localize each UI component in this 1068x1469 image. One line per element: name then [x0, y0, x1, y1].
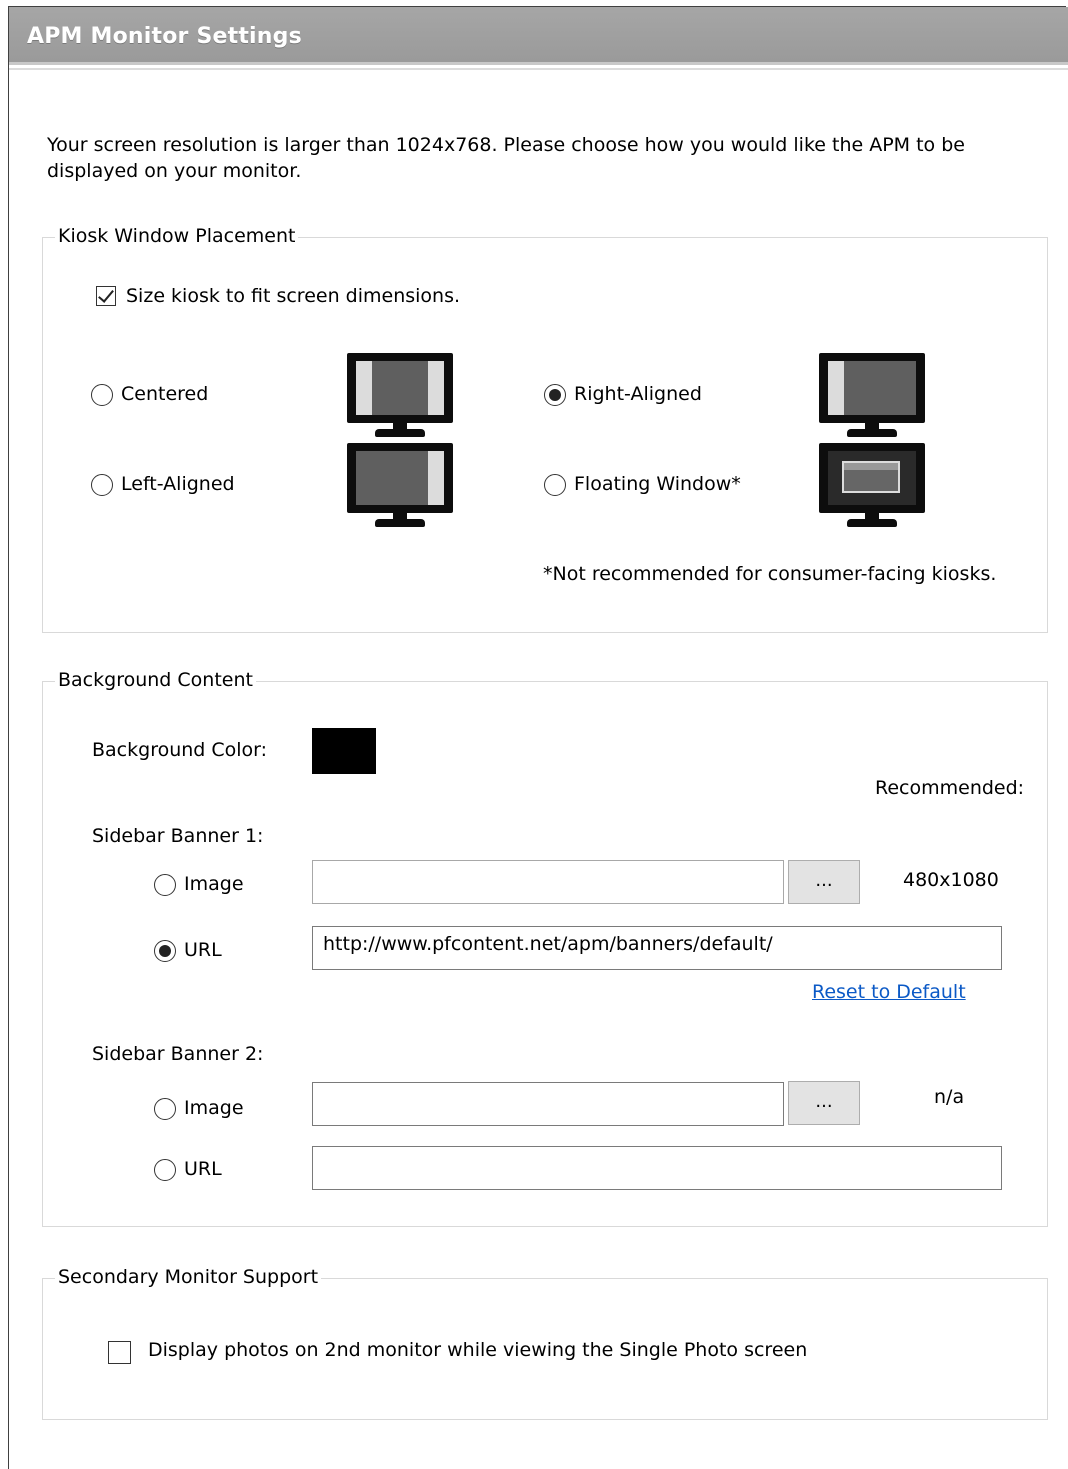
banner2-image-field[interactable] — [312, 1082, 784, 1126]
intro-line-1: Your screen resolution is larger than 10… — [47, 134, 965, 156]
banner1-image-label[interactable]: Image — [184, 873, 244, 895]
banner2-image-label[interactable]: Image — [184, 1097, 244, 1119]
banner1-url-radio[interactable] — [154, 940, 176, 962]
banner1-image-radio[interactable] — [154, 874, 176, 896]
right-aligned-radio[interactable] — [544, 384, 566, 406]
recommended-label: Recommended: — [875, 777, 1025, 799]
display-photos-checkbox[interactable] — [108, 1341, 131, 1364]
banner2-recommended-size: n/a — [934, 1086, 965, 1108]
radio-selected-dot — [549, 389, 561, 401]
monitor-floating-window-icon — [819, 443, 925, 529]
kiosk-placement-legend: Kiosk Window Placement — [55, 225, 299, 247]
reset-to-default-link[interactable]: Reset to Default — [812, 981, 966, 1003]
right-aligned-label[interactable]: Right-Aligned — [574, 383, 702, 405]
floating-window-radio[interactable] — [544, 474, 566, 496]
secondary-monitor-legend: Secondary Monitor Support — [55, 1266, 322, 1288]
size-to-fit-checkbox[interactable] — [96, 286, 116, 306]
sidebar-banner-1-label: Sidebar Banner 1: — [92, 825, 264, 847]
banner1-image-field[interactable] — [312, 860, 784, 904]
banner2-url-radio[interactable] — [154, 1159, 176, 1181]
banner1-url-field[interactable]: http://www.pfcontent.net/apm/banners/def… — [312, 926, 1002, 970]
banner1-browse-button[interactable]: ... — [788, 860, 860, 904]
title-bar: APM Monitor Settings — [9, 7, 1068, 65]
title-divider — [9, 68, 1068, 70]
checkmark-icon — [98, 286, 114, 303]
left-aligned-label[interactable]: Left-Aligned — [121, 473, 235, 495]
size-to-fit-label: Size kiosk to fit screen dimensions. — [126, 285, 461, 307]
floating-window-label[interactable]: Floating Window* — [574, 473, 741, 495]
banner2-url-label[interactable]: URL — [184, 1158, 222, 1180]
background-content-legend: Background Content — [55, 669, 256, 691]
radio-selected-dot — [159, 945, 171, 957]
banner2-browse-button[interactable]: ... — [788, 1081, 860, 1125]
centered-label[interactable]: Centered — [121, 383, 208, 405]
monitor-right-aligned-icon — [819, 353, 925, 439]
monitor-left-aligned-icon — [347, 443, 453, 529]
intro-text: Your screen resolution is larger than 10… — [47, 132, 1007, 184]
banner1-url-label[interactable]: URL — [184, 939, 222, 961]
banner1-recommended-size: 480x1080 — [903, 869, 999, 891]
intro-line-2: displayed on your monitor. — [47, 160, 302, 182]
banner2-url-field[interactable] — [312, 1146, 1002, 1190]
sidebar-banner-2-label: Sidebar Banner 2: — [92, 1043, 264, 1065]
floating-footnote: *Not recommended for consumer-facing kio… — [543, 563, 997, 585]
monitor-centered-icon — [347, 353, 453, 439]
display-photos-label: Display photos on 2nd monitor while view… — [148, 1339, 808, 1361]
centered-radio[interactable] — [91, 384, 113, 406]
background-color-label: Background Color: — [92, 739, 268, 761]
window-title: APM Monitor Settings — [27, 24, 302, 49]
banner2-image-radio[interactable] — [154, 1098, 176, 1120]
left-aligned-radio[interactable] — [91, 474, 113, 496]
background-color-swatch[interactable] — [312, 728, 376, 774]
